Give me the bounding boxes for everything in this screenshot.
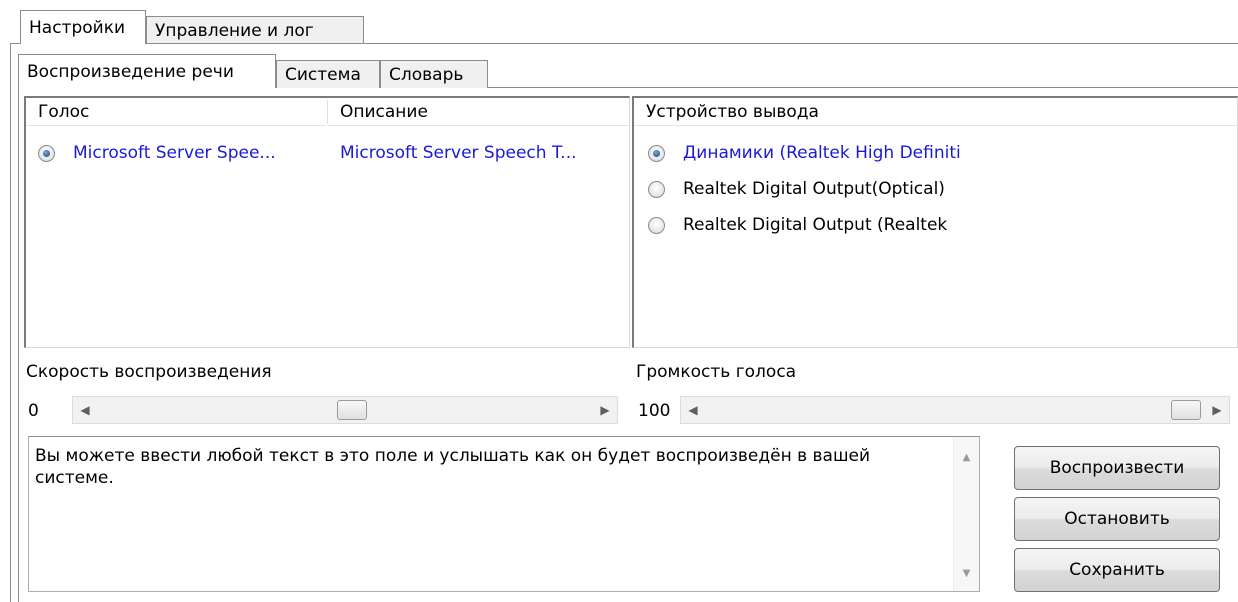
voice-column-header[interactable]: Голос: [26, 98, 326, 126]
voice-description: Microsoft Server Speech T...: [340, 143, 577, 163]
tab-dictionary-label: Словарь: [389, 64, 464, 85]
output-device-list[interactable]: Устройство вывода Динамики (Realtek High…: [632, 96, 1238, 348]
scroll-right-icon[interactable]: ▶: [1205, 397, 1229, 423]
tab-system-label: Система: [285, 64, 361, 85]
voice-name: Microsoft Server Spee...: [73, 143, 276, 163]
sub-tab-strip: Воспроизведение речи Система Словарь: [18, 54, 1238, 88]
output-device-column-header[interactable]: Устройство вывода: [634, 98, 1237, 126]
play-button[interactable]: Воспроизвести: [1014, 446, 1220, 490]
device-row-optical[interactable]: Realtek Digital Output(Optical): [648, 172, 945, 206]
scroll-up-icon[interactable]: ▲: [954, 445, 979, 469]
voice-row[interactable]: Microsoft Server Spee...: [38, 136, 345, 170]
scroll-down-icon[interactable]: ▼: [954, 561, 979, 585]
device-radio-selected[interactable]: [648, 144, 665, 162]
device-radio[interactable]: [648, 180, 665, 198]
sample-text-area[interactable]: Вы можете ввести любой текст в это поле …: [28, 436, 980, 592]
scroll-left-icon[interactable]: ◀: [73, 397, 97, 423]
tab-control-log-label: Управление и лог: [155, 20, 314, 41]
tab-system[interactable]: Система: [276, 60, 380, 88]
description-column-header[interactable]: Описание: [328, 98, 629, 126]
speed-label: Скорость воспроизведения: [26, 362, 272, 382]
outer-panel-left-border: [10, 43, 11, 602]
tab-settings-label: Настройки: [29, 17, 126, 38]
scroll-right-icon[interactable]: ▶: [593, 397, 617, 423]
device-label: Динамики (Realtek High Definiti: [683, 143, 961, 163]
device-radio[interactable]: [648, 216, 665, 234]
tab-dictionary[interactable]: Словарь: [380, 60, 488, 88]
device-row-speakers[interactable]: Динамики (Realtek High Definiti: [648, 136, 961, 170]
voice-description-cell: Microsoft Server Speech T...: [340, 136, 577, 170]
speed-slider[interactable]: ◀ ▶: [72, 396, 618, 424]
inner-panel-top-border: [488, 87, 1238, 88]
sample-text: Вы можете ввести любой текст в это поле …: [35, 446, 871, 488]
outer-panel-top-border: [146, 43, 1238, 44]
volume-label: Громкость голоса: [636, 362, 797, 382]
device-label: Realtek Digital Output (Realtek: [683, 215, 948, 235]
main-tab-strip: Настройки Управление и лог: [20, 10, 1238, 44]
speed-slider-thumb[interactable]: [337, 400, 367, 420]
scroll-left-icon[interactable]: ◀: [681, 397, 705, 423]
volume-slider[interactable]: ◀ ▶: [680, 396, 1230, 424]
voice-radio-selected[interactable]: [38, 144, 55, 162]
volume-slider-thumb[interactable]: [1171, 400, 1201, 420]
save-button[interactable]: Сохранить: [1014, 548, 1220, 592]
volume-value: 100: [638, 401, 671, 421]
speed-value: 0: [28, 401, 39, 421]
voice-list[interactable]: Голос Описание Microsoft Server Spee... …: [24, 96, 630, 348]
device-row-digital[interactable]: Realtek Digital Output (Realtek: [648, 208, 947, 242]
tab-control-log[interactable]: Управление и лог: [146, 16, 364, 44]
tab-speech-playback-label: Воспроизведение речи: [27, 61, 234, 82]
device-label: Realtek Digital Output(Optical): [683, 179, 945, 199]
stop-button[interactable]: Остановить: [1014, 497, 1220, 541]
tab-speech-playback[interactable]: Воспроизведение речи: [18, 54, 276, 88]
text-vertical-scrollbar[interactable]: ▲ ▼: [953, 437, 979, 591]
inner-panel-left-border: [18, 87, 19, 602]
tab-settings[interactable]: Настройки: [20, 10, 146, 44]
